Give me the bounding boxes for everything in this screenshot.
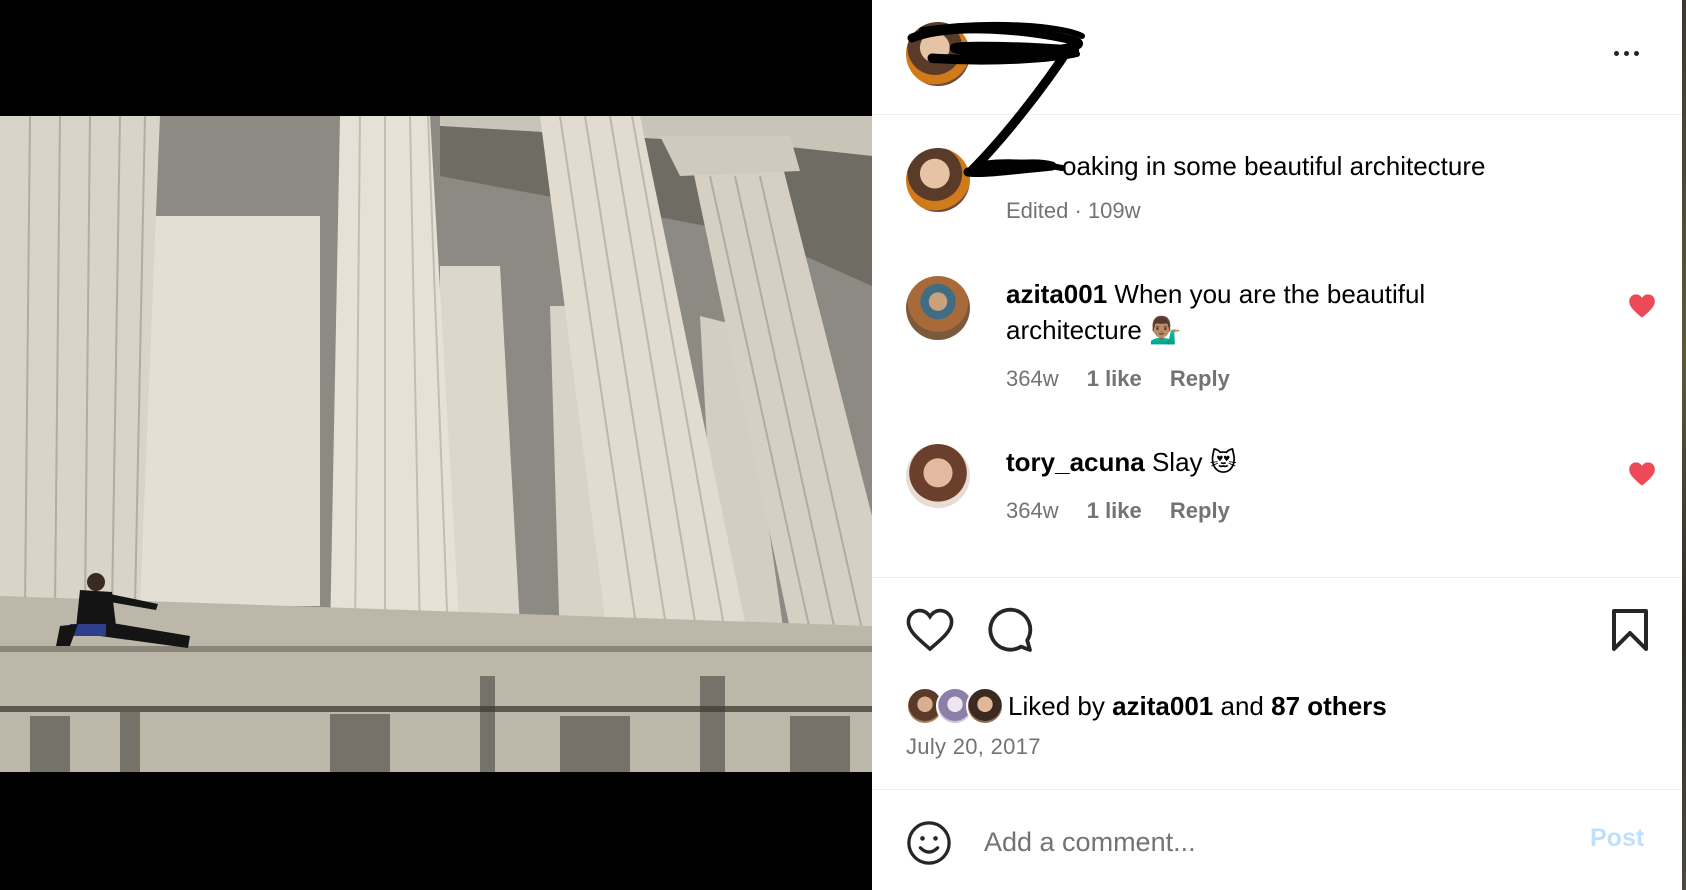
liked-by-user[interactable]: azita001 [1112,691,1213,721]
post-details-panel: oaking in some beautiful architecture Ed… [872,0,1682,890]
liked-by-text: Liked by azita001 and 87 others [1008,691,1387,722]
comment-meta: 364w 1 like Reply [1006,498,1252,524]
background-edge [1682,0,1686,890]
comment-avatar[interactable] [906,276,970,340]
post-date[interactable]: July 20, 2017 [906,734,1041,760]
liked-by-joiner: and [1220,690,1264,721]
liked-heart-icon[interactable] [1628,461,1656,487]
caption-text: oaking in some beautiful architecture [1006,148,1626,184]
liked-by-row: Liked by azita001 and 87 others [906,686,1387,726]
liker-avatar [966,687,1004,725]
comment-username[interactable]: tory_acuna [1006,447,1145,477]
architecture-photo [0,116,872,772]
owner-avatar[interactable] [906,22,970,86]
caption-meta: Edited · 109w [1006,198,1141,223]
comment-text: azita001 When you are the beautiful arch… [1006,276,1526,348]
post-photo[interactable] [0,116,872,772]
comment-text: tory_acuna Slay 😻 [1006,444,1526,480]
liked-heart-icon[interactable] [1628,293,1656,319]
comment-icon[interactable] [986,606,1034,654]
bookmark-icon[interactable] [1610,608,1650,652]
post-header [872,0,1682,115]
emoji-icon[interactable] [906,820,952,866]
media-pane [0,0,872,890]
divider [872,577,1682,578]
caption-avatar[interactable] [906,148,970,212]
liked-by-others[interactable]: 87 others [1271,691,1387,721]
caption-body: oaking in some beautiful architecture [1062,151,1486,181]
comment-age: 364w [1006,366,1059,391]
reply-button[interactable]: Reply [1170,498,1230,523]
comment-likes[interactable]: 1 like [1087,366,1142,391]
comment-username[interactable]: azita001 [1006,279,1107,309]
reply-button[interactable]: Reply [1170,366,1230,391]
comment-age: 364w [1006,498,1059,523]
liker-avatars[interactable] [906,686,1008,726]
comment-input[interactable] [984,814,1524,870]
more-options-icon[interactable] [1606,38,1646,68]
comment-meta: 364w 1 like Reply [1006,366,1252,392]
post-button[interactable]: Post [1590,824,1644,853]
comment-body: Slay 😻 [1151,447,1237,477]
comment-avatar[interactable] [906,444,970,508]
heart-icon[interactable] [906,608,954,652]
comment-bar: Post [872,790,1682,890]
comment-likes[interactable]: 1 like [1087,498,1142,523]
liked-by-prefix: Liked by [1008,690,1105,721]
